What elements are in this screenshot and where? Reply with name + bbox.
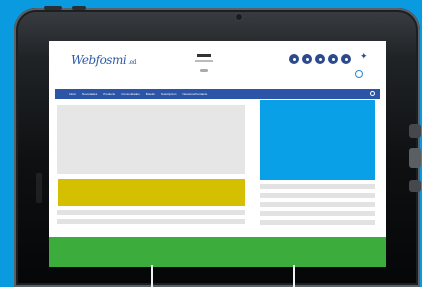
social-icon[interactable]	[341, 54, 351, 64]
article-text-line	[57, 219, 245, 224]
social-icons	[289, 54, 351, 64]
header-small-placeholder	[200, 69, 208, 72]
connector-line	[151, 265, 153, 287]
header-subtitle-placeholder	[195, 60, 213, 62]
cart-icon[interactable]: ✦	[360, 52, 368, 61]
side-controls	[409, 124, 421, 214]
sidebar-text-line	[260, 211, 375, 216]
main-navbar: Inicio Novedades Producto Comunidades Bo…	[55, 89, 380, 99]
site-footer	[49, 237, 386, 267]
sidebar-text-line	[260, 193, 375, 198]
sidebar-text-line	[260, 220, 375, 225]
social-icon[interactable]	[302, 54, 312, 64]
nav-item-producto[interactable]: Producto	[103, 92, 115, 96]
side-speaker	[36, 173, 42, 203]
side-button-bottom	[409, 180, 421, 192]
connector-line	[293, 265, 295, 287]
site-logo[interactable]: Webfosmi .ed	[71, 53, 136, 67]
side-button-middle	[409, 148, 421, 168]
logo-tld: .ed	[128, 59, 136, 66]
hero-image-placeholder[interactable]	[57, 105, 245, 174]
logo-text: Webfosmi	[71, 53, 127, 67]
nav-item-boletin[interactable]: Boletin	[146, 92, 155, 96]
sidebar-text-line	[260, 202, 375, 207]
search-icon[interactable]	[370, 91, 375, 96]
nav-item-novedades[interactable]: Novedades	[82, 92, 97, 96]
sidebar-text-line	[260, 184, 375, 189]
header-title-placeholder	[197, 54, 211, 57]
nav-item-inicio[interactable]: Inicio	[69, 92, 76, 96]
site-header: Webfosmi .ed ✦	[49, 41, 386, 88]
nav-item-suscripcion[interactable]: Suscripcion	[161, 92, 177, 96]
social-icon[interactable]	[315, 54, 325, 64]
nav-item-contacto[interactable]: Nosotros/Contacto	[182, 92, 207, 96]
nav-item-comunidades[interactable]: Comunidades	[121, 92, 140, 96]
volume-button	[72, 6, 86, 10]
side-image-placeholder[interactable]	[260, 100, 375, 180]
power-button	[44, 6, 62, 10]
header-center-block	[191, 54, 217, 72]
user-icon[interactable]	[355, 70, 363, 78]
article-text-line	[57, 210, 245, 215]
social-icon[interactable]	[328, 54, 338, 64]
side-button-top	[409, 124, 421, 138]
camera-icon	[236, 14, 242, 20]
promo-banner[interactable]	[58, 179, 245, 206]
tablet-screen: Webfosmi .ed ✦ Inicio Novedades Producto …	[49, 41, 386, 267]
social-icon[interactable]	[289, 54, 299, 64]
